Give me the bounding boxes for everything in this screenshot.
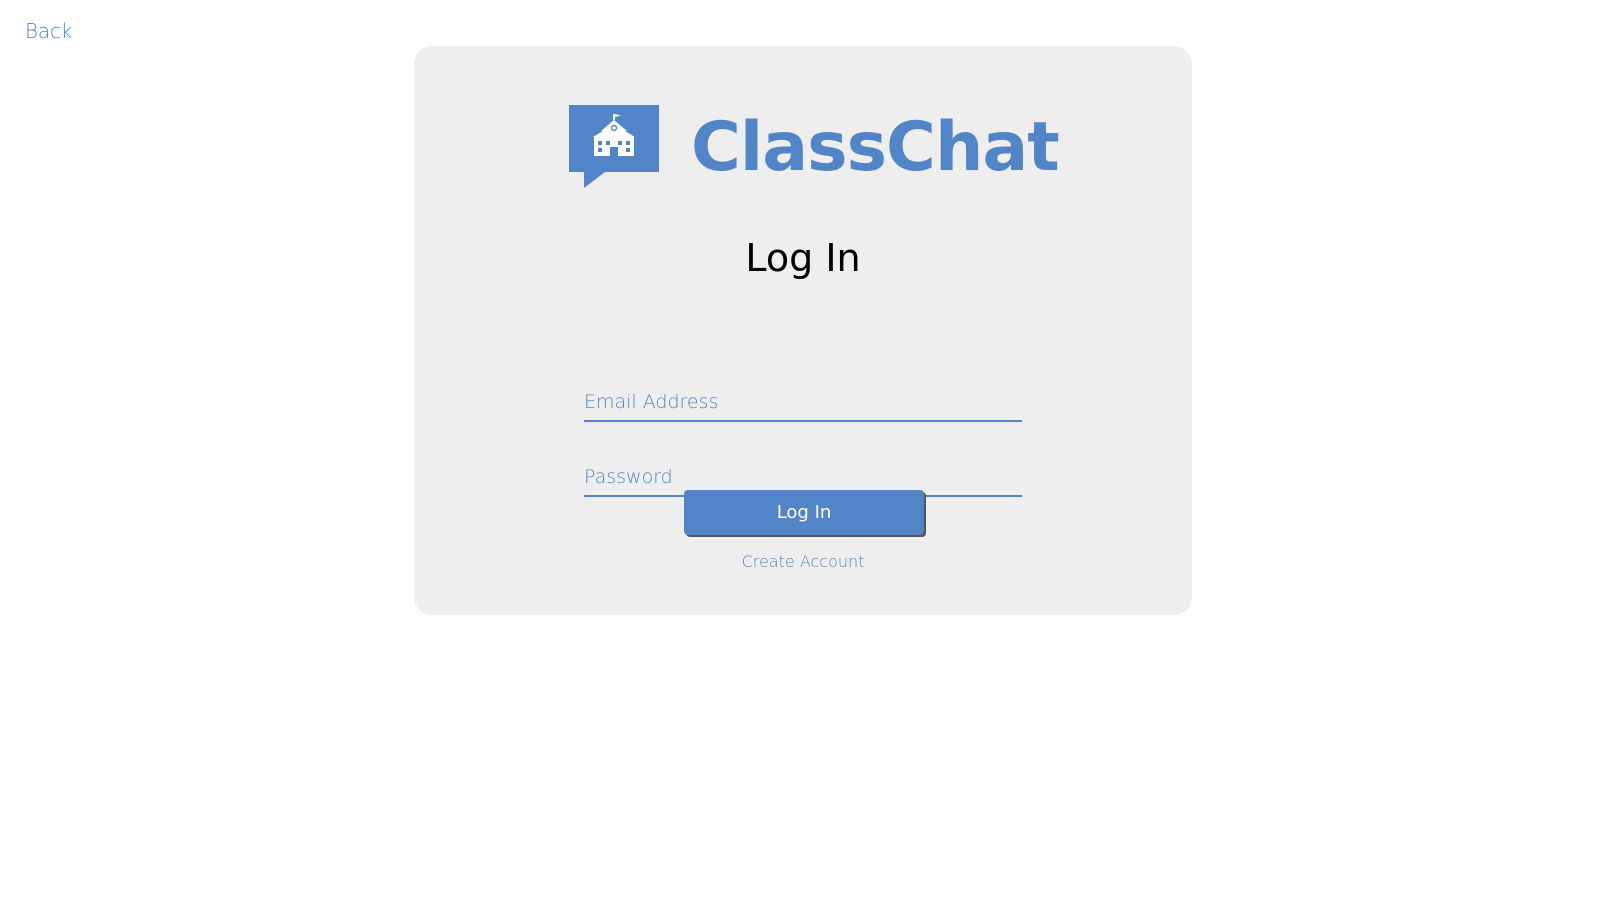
school-chat-bubble-icon	[569, 105, 659, 188]
email-field[interactable]	[584, 384, 1022, 422]
login-button[interactable]: Log In	[684, 490, 924, 535]
page-title: Log In	[745, 236, 861, 280]
back-link[interactable]: Back	[25, 19, 72, 43]
brand-logo: ClassChat	[569, 105, 1060, 193]
brand-name: ClassChat	[691, 108, 1060, 187]
login-card: ClassChat Log In Log In Create Account	[414, 46, 1192, 615]
create-account-link[interactable]: Create Account	[414, 552, 1192, 571]
